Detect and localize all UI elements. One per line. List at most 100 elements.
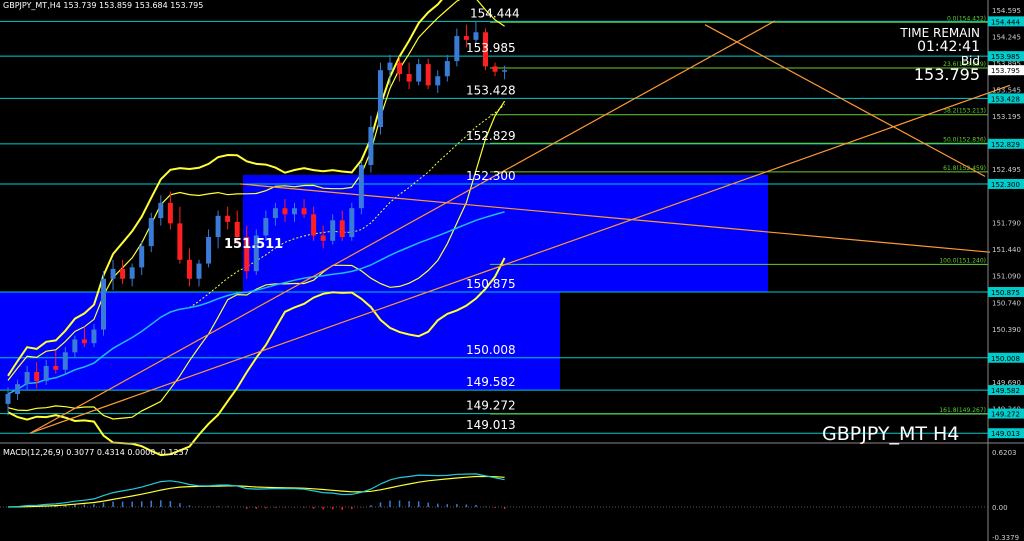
candle-body [377,70,383,128]
price-tick: 153.545 [992,87,1021,95]
level-tag: 149.013 [991,430,1020,438]
level-tag: 150.008 [991,355,1020,363]
candle-body [320,235,326,241]
candle-body [34,372,40,382]
price-tick: 154.595 [992,7,1021,15]
level-tag: 150.875 [991,289,1020,297]
candle-body [463,36,469,40]
level-tag: 149.272 [991,411,1020,419]
candle-body [167,202,173,224]
candle-body [15,384,21,395]
time-remain-value: 01:42:41 [917,39,980,55]
candle-body [234,221,240,238]
candle-body [330,220,336,241]
fib-label: 38.2(153.213) [943,108,986,115]
level-tag: 153.428 [991,95,1020,103]
candle-body [215,215,221,238]
candle-body [358,164,364,209]
macd-tick: 0.6203 [992,449,1017,457]
candle-body [129,267,135,279]
candle-body [292,208,297,215]
candle-body [206,237,212,264]
price-axis: 154.595154.245153.895153.545153.195152.8… [987,0,1024,541]
level-label: 154.444 [470,6,520,20]
candle-body [120,268,126,279]
candle-body [368,127,374,165]
price-tick: 151.090 [992,273,1021,281]
candle-body [53,365,59,370]
candle-body [43,365,49,382]
candle-body [139,246,145,268]
candle-body [81,339,87,344]
time-remain-panel: TIME REMAIN 01:42:41 Bid 153.795 [900,26,980,84]
candle-body [301,208,307,215]
level-tag: 154.444 [991,18,1020,26]
level-tag: 153.985 [991,53,1020,61]
candle-body [110,268,116,279]
candle-body [186,259,192,279]
fib-label: 161.8(149.267) [939,407,986,414]
marker-label: 151.511 [224,237,283,252]
macd-tick: 0.00 [992,504,1008,512]
level-label: 152.300 [466,169,516,183]
price-tick: 154.245 [992,33,1021,41]
bid-price: 153.795 [913,65,980,84]
level-tag: 152.829 [991,141,1020,149]
candle-body [387,62,393,71]
candle-body [416,64,422,82]
level-label: 149.582 [466,375,516,389]
price-tick: 152.495 [992,166,1021,174]
price-chart[interactable]: 0.0(154.432)23.6(153.829)38.2(153.213)50… [0,0,1024,541]
candle-body [177,223,183,260]
candle-body [425,64,431,86]
macd-signal-line [7,475,505,508]
candle-body [502,70,508,72]
candle-body [272,208,278,219]
level-tag: 152.300 [991,181,1020,189]
level-tag: 149.582 [991,387,1020,395]
candle-body [473,32,479,40]
candle-body [158,202,164,219]
candle-body [148,218,154,247]
candle-body [263,218,269,236]
candle-body [196,263,202,279]
level-label: 153.428 [466,83,516,97]
price-tick: 150.390 [992,326,1021,334]
level-label: 149.013 [466,418,516,432]
candle-body [72,339,78,353]
price-tick: 151.790 [992,220,1021,228]
candle-body [282,208,288,215]
price-tick: 151.440 [992,246,1021,254]
candle-body [454,36,460,62]
macd-info: MACD(12,26,9) 0.3077 0.4314 0.0000 -0.12… [3,448,189,457]
bid-tag: 153.795 [991,67,1020,75]
candle-body [225,215,231,222]
fib-label: 50.0(152.836) [943,136,986,143]
level-label: 150.008 [466,343,516,357]
symbol-info: GBPJPY_MT,H4 153.739 153.859 153.684 153… [3,1,204,10]
symbol-label: GBPJPY_MT H4 [822,423,960,445]
candle-body [101,278,106,330]
level-label: 149.272 [466,399,516,413]
macd-panel: 0.6203 0.00 -0.3379 [0,442,1024,541]
candle-body [91,329,97,344]
candle-body [62,352,68,370]
candle-body [5,394,11,404]
price-tick: 153.195 [992,113,1021,121]
range-box-upper [243,174,768,293]
level-label: 150.875 [466,277,516,291]
fib-label: 0.0(154.432) [947,15,986,22]
candle-body [311,214,317,236]
level-label: 152.829 [466,129,516,143]
candle-body [406,73,412,82]
macd-main-line [7,473,505,508]
candle-body [339,220,345,238]
candle-body [492,66,498,72]
candle-body [435,76,441,86]
time-remain-label: TIME REMAIN [900,26,980,40]
candle-body [349,208,355,238]
level-label: 153.985 [466,41,516,55]
macd-tick: -0.3379 [992,534,1019,541]
fib-label: 100.0(151.240) [939,257,986,264]
candle-body [397,62,403,74]
